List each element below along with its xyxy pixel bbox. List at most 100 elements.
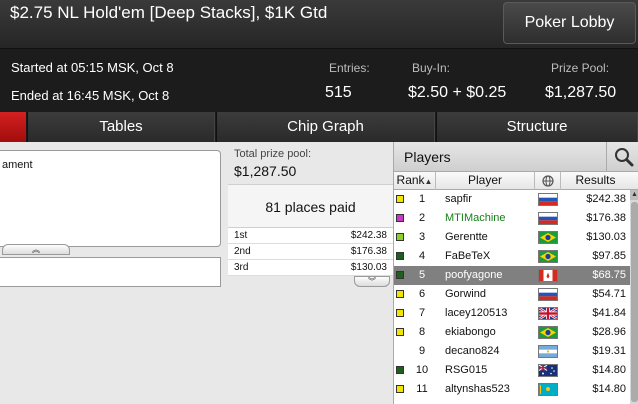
players-panel: Players Rank▲ Player Results 1 sapfir $2… [393,142,638,404]
entries-label: Entries: [329,61,370,75]
column-rank[interactable]: Rank▲ [394,172,436,190]
search-icon [615,148,634,167]
players-title: Players [404,149,451,165]
russia-flag-icon [538,288,558,301]
column-results[interactable]: Results [561,172,630,190]
started-time: Started at 05:15 MSK, Oct 8 [11,60,174,75]
expand-up-icon[interactable]: ︽ [2,244,70,255]
player-status-marker [396,271,404,279]
player-row[interactable]: 9 decano824 $19.31 [394,342,630,361]
russia-flag-icon [538,193,558,206]
kazakhstan-flag-icon [538,383,558,396]
tab-structure[interactable]: Structure [436,112,638,142]
player-row[interactable]: 6 Gorwind $54.71 [394,285,630,304]
column-country[interactable] [535,172,561,190]
player-result: $54.71 [592,288,626,300]
player-result: $14.80 [592,364,626,376]
tournament-info-panel: ament ︽ [0,150,221,255]
payout-amount: $242.38 [350,230,387,241]
player-row[interactable]: 1 sapfir $242.38 [394,190,630,209]
player-rank: 2 [418,212,426,224]
players-column-headers: Rank▲ Player Results [394,172,638,190]
player-result: $130.03 [586,231,626,243]
search-button[interactable] [606,142,638,172]
tab-chip-graph[interactable]: Chip Graph [216,112,435,142]
tab-info[interactable] [0,112,26,142]
payout-table: 1st $242.38 2nd $176.38 3rd $130.03 [228,228,393,276]
player-result: $14.80 [592,383,626,395]
payout-place: 1st [234,230,248,241]
player-status-marker [396,309,404,317]
prize-pool-label: Prize Pool: [551,61,610,75]
player-name: altynshas523 [445,383,510,395]
player-status-marker [396,366,404,374]
payout-row: 2nd $176.38 [228,244,393,260]
brazil-flag-icon [538,231,558,244]
player-rank: 11 [416,383,428,395]
player-result: $242.38 [586,193,626,205]
player-name: MTIMachine [445,212,506,224]
sort-ascending-icon: ▲ [424,177,433,186]
player-status-marker [396,290,404,298]
argentina-flag-icon [538,345,558,358]
player-status-marker [396,385,404,393]
player-rank: 10 [415,364,429,376]
tournament-title: $2.75 NL Hold'em [Deep Stacks], $1K Gtd [10,3,328,22]
player-rank: 3 [418,231,426,243]
player-rank: 5 [418,269,426,281]
player-row[interactable]: 5 poofyagone $68.75 [394,266,630,285]
places-paid: 81 places paid [228,184,393,228]
column-player[interactable]: Player [436,172,535,190]
secondary-panel [0,257,221,287]
payout-amount: $176.38 [350,246,387,257]
expand-down-icon[interactable]: ︾ [354,276,390,287]
player-status-marker [396,233,404,241]
player-name: sapfir [445,193,472,205]
player-status-marker [396,328,404,336]
player-name: poofyagone [445,269,503,281]
scroll-up-icon[interactable]: ▲ [630,190,638,200]
player-rank: 9 [418,345,426,357]
player-row[interactable]: 3 Gerentte $130.03 [394,228,630,247]
player-name: lacey120513 [445,307,508,319]
players-scrollbar[interactable]: ▲ [630,190,638,404]
title-bar: $2.75 NL Hold'em [Deep Stacks], $1K Gtd … [0,0,638,48]
tab-bar: Tables Chip Graph Structure [0,112,638,142]
payout-place: 2nd [234,246,251,257]
player-name: decano824 [445,345,500,357]
player-result: $176.38 [586,212,626,224]
uk-flag-icon [538,306,558,321]
player-status-marker [396,347,404,355]
player-rank: 8 [418,326,426,338]
player-row[interactable]: 10 RSG015 $14.80 [394,361,630,380]
australia-flag-icon [538,364,558,377]
prize-pool-value: $1,287.50 [545,84,617,101]
player-row[interactable]: 2 MTIMachine $176.38 [394,209,630,228]
total-prize-label: Total prize pool: [234,148,312,160]
tab-tables[interactable]: Tables [27,112,215,142]
player-row[interactable]: 11 altynshas523 $14.80 [394,380,630,399]
player-name: FaBeTeX [445,250,491,262]
player-name: Gorwind [445,288,486,300]
payout-amount: $130.03 [350,262,387,273]
panel-text: ament [2,159,33,171]
player-row[interactable]: 4 FaBeTeX $97.85 [394,247,630,266]
brazil-flag-icon [538,326,558,339]
globe-icon [542,175,554,187]
column-rank-label: Rank [396,173,425,187]
player-status-marker [396,214,404,222]
player-rank: 1 [418,193,426,205]
players-list: 1 sapfir $242.38 2 MTIMachine $176.38 3 Gerentt… [394,190,630,404]
player-name: Gerentte [445,231,488,243]
player-result: $28.96 [592,326,626,338]
player-row[interactable]: 8 ekiabongo $28.96 [394,323,630,342]
player-name: RSG015 [445,364,488,376]
players-header: Players [394,142,638,172]
russia-flag-icon [538,212,558,225]
brazil-flag-icon [538,250,558,263]
player-result: $41.84 [592,307,626,319]
player-rank: 4 [418,250,426,262]
player-row[interactable]: 7 lacey120513 $41.84 [394,304,630,323]
poker-lobby-button[interactable]: Poker Lobby [503,2,636,44]
scrollbar-thumb[interactable] [631,202,638,402]
